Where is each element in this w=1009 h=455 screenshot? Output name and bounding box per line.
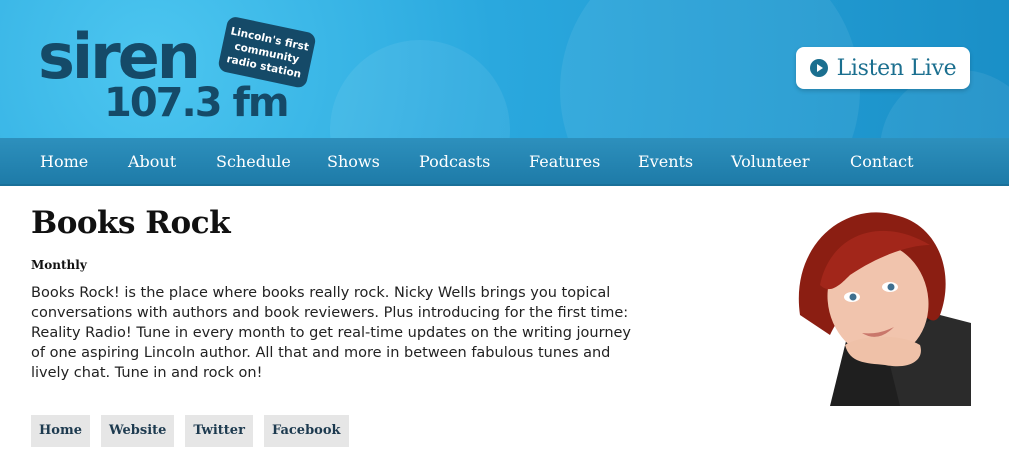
listen-live-button[interactable]: Listen Live: [796, 47, 970, 89]
logo-frequency: 107.3 fm: [104, 80, 288, 122]
nav-item-shows[interactable]: Shows: [327, 138, 380, 186]
nav-item-schedule[interactable]: Schedule: [216, 138, 291, 186]
page-title: Books Rock: [31, 205, 231, 241]
site-header: siren 107.3 fm Lincoln's first community…: [0, 0, 1009, 138]
show-links: Home Website Twitter Facebook: [31, 415, 349, 447]
show-link-facebook[interactable]: Facebook: [263, 415, 349, 447]
show-description: Books Rock! is the place where books rea…: [31, 285, 632, 381]
nav-item-volunteer[interactable]: Volunteer: [731, 138, 809, 186]
nav-item-about[interactable]: About: [128, 138, 176, 186]
show-frequency: Monthly: [31, 258, 87, 272]
nav-item-events[interactable]: Events: [638, 138, 693, 186]
nav-item-podcasts[interactable]: Podcasts: [419, 138, 490, 186]
main-nav: Home About Schedule Shows Podcasts Featu…: [0, 138, 1009, 186]
show-link-website[interactable]: Website: [100, 415, 175, 447]
nav-item-features[interactable]: Features: [529, 138, 600, 186]
nav-item-home[interactable]: Home: [40, 138, 88, 186]
listen-live-label: Listen Live: [836, 55, 957, 81]
nav-item-contact[interactable]: Contact: [850, 138, 914, 186]
show-link-twitter[interactable]: Twitter: [185, 415, 253, 447]
header-decoration: [330, 40, 510, 138]
show-link-home[interactable]: Home: [31, 415, 90, 447]
logo-tagline-badge: Lincoln's first community radio station: [218, 17, 316, 88]
siren-logo[interactable]: siren 107.3 fm Lincoln's first community…: [36, 14, 316, 122]
presenter-photo: [790, 205, 971, 406]
play-circle-icon: [809, 59, 828, 77]
